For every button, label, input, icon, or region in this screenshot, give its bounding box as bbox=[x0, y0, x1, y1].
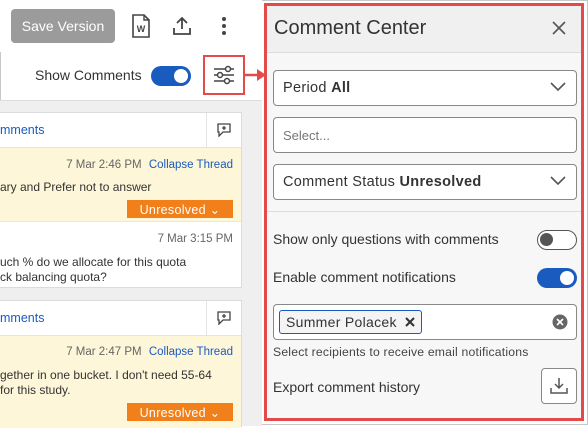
share-upload-icon[interactable] bbox=[169, 13, 195, 39]
chevron-down-icon bbox=[550, 176, 566, 186]
notifications-label: Enable comment notifications bbox=[273, 269, 456, 285]
filter-sliders-icon bbox=[214, 65, 234, 85]
thread-comments-link[interactable]: mments bbox=[0, 123, 44, 137]
comment-item: 7 Mar 3:15 PM uch % do we allocate for t… bbox=[0, 221, 241, 288]
close-icon[interactable] bbox=[549, 18, 569, 38]
export-history-label: Export comment history bbox=[273, 379, 421, 395]
only-questions-toggle[interactable] bbox=[537, 230, 577, 250]
comment-text: uch % do we allocate for this quota bbox=[0, 255, 187, 269]
recipients-hint: Select recipients to receive email notif… bbox=[273, 345, 529, 359]
comment-timestamp: 7 Mar 3:15 PM bbox=[157, 233, 233, 245]
only-questions-label: Show only questions with comments bbox=[273, 231, 499, 247]
comment-center-panel: Comment Center Period All Select... Comm… bbox=[264, 3, 584, 421]
notifications-toggle[interactable] bbox=[537, 268, 577, 288]
clear-all-icon[interactable] bbox=[552, 314, 568, 330]
status-badge[interactable]: Unresolved ⌄ bbox=[127, 403, 233, 421]
comment-timestamp: 7 Mar 2:46 PM bbox=[66, 159, 142, 171]
comment-meta: 7 Mar 3:15 PM bbox=[158, 233, 233, 245]
save-version-button[interactable]: Save Version bbox=[11, 9, 115, 43]
comment-text: for this study. bbox=[0, 383, 71, 397]
comment-text: ary and Prefer not to answer bbox=[0, 180, 152, 194]
comment-status-label: Comment Status Unresolved bbox=[283, 174, 482, 190]
period-select[interactable]: Period All bbox=[273, 70, 577, 106]
thread-header: mments bbox=[0, 301, 241, 336]
toolbar: Save Version W bbox=[0, 0, 262, 52]
comment-thread: mments 7 Mar 2:46 PM Collapse Thread ary… bbox=[0, 112, 242, 288]
thread-header: mments bbox=[0, 113, 241, 148]
filter-button[interactable] bbox=[203, 55, 245, 95]
panel-title: Comment Center bbox=[274, 17, 427, 39]
word-doc-icon[interactable]: W bbox=[128, 13, 154, 39]
add-comment-icon[interactable] bbox=[206, 301, 241, 335]
question-select[interactable]: Select... bbox=[273, 117, 577, 153]
comment-timestamp: 7 Mar 2:47 PM bbox=[66, 346, 142, 358]
select-placeholder: Select... bbox=[283, 128, 330, 143]
comment-item: 7 Mar 2:46 PM Collapse Thread ary and Pr… bbox=[0, 148, 241, 221]
comment-meta: 7 Mar 2:46 PM Collapse Thread bbox=[66, 159, 233, 171]
comment-item: 7 Mar 2:47 PM Collapse Thread gether in … bbox=[0, 336, 241, 428]
download-icon bbox=[550, 378, 568, 394]
comment-text: gether in one bucket. I don't need 55-64 bbox=[0, 368, 212, 382]
recipient-chip: Summer Polacek bbox=[279, 310, 422, 334]
comment-text: ck balancing quota? bbox=[0, 270, 107, 284]
recipient-chip-label: Summer Polacek bbox=[286, 314, 397, 330]
thread-comments-link[interactable]: mments bbox=[0, 311, 44, 325]
comment-meta: 7 Mar 2:47 PM Collapse Thread bbox=[66, 346, 233, 358]
show-comments-label: Show Comments bbox=[35, 67, 142, 83]
comments-pane: mments 7 Mar 2:46 PM Collapse Thread ary… bbox=[0, 100, 262, 428]
add-comment-icon[interactable] bbox=[206, 113, 241, 147]
show-comments-toggle[interactable] bbox=[151, 66, 191, 86]
collapse-thread-link[interactable]: Collapse Thread bbox=[149, 346, 233, 358]
chip-remove-icon[interactable] bbox=[405, 317, 415, 327]
more-vert-icon[interactable] bbox=[211, 13, 237, 39]
chevron-down-icon bbox=[550, 82, 566, 92]
export-history-button[interactable] bbox=[541, 368, 577, 404]
word-letter: W bbox=[137, 24, 146, 34]
period-label: Period All bbox=[283, 80, 351, 96]
comment-thread: mments 7 Mar 2:47 PM Collapse Thread get… bbox=[0, 300, 242, 428]
collapse-thread-link[interactable]: Collapse Thread bbox=[149, 159, 233, 171]
divider bbox=[267, 211, 581, 212]
recipients-input[interactable]: Summer Polacek bbox=[273, 304, 577, 340]
comment-status-select[interactable]: Comment Status Unresolved bbox=[273, 164, 577, 200]
status-badge[interactable]: Unresolved ⌄ bbox=[127, 200, 233, 218]
panel-header: Comment Center bbox=[267, 6, 581, 53]
